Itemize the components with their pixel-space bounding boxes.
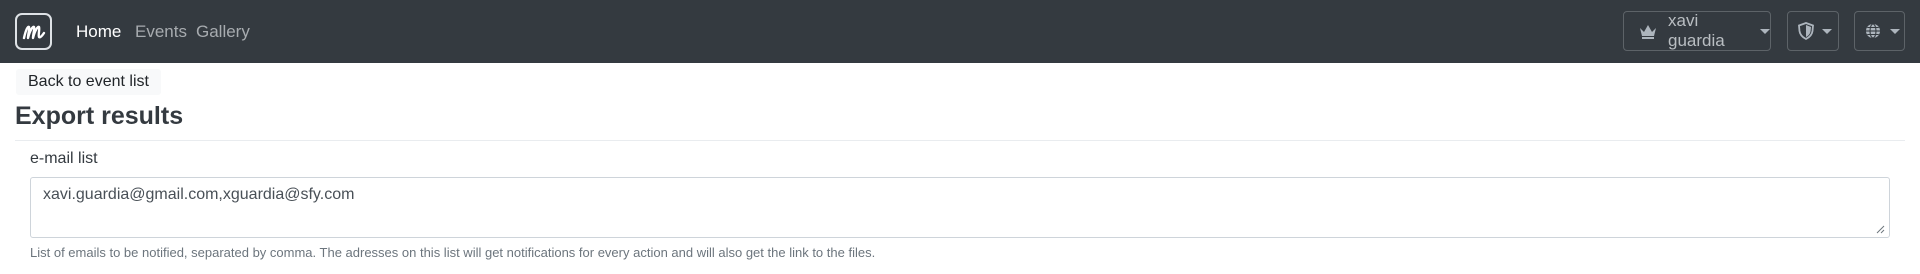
chevron-down-icon xyxy=(1890,28,1900,34)
user-menu-button[interactable]: xavi guardia xyxy=(1623,11,1771,51)
globe-icon xyxy=(1865,23,1881,39)
top-navbar: Home Events Gallery xavi guardia xyxy=(0,0,1920,63)
nav-link-events[interactable]: Events xyxy=(135,22,187,42)
brand-logo-icon[interactable] xyxy=(15,13,52,50)
shield-icon xyxy=(1798,22,1814,40)
email-list-value: xavi.guardia@gmail.com,xguardia@sfy.com xyxy=(43,186,355,203)
crown-icon xyxy=(1638,23,1658,39)
user-name: xavi guardia xyxy=(1668,11,1725,50)
nav-link-gallery[interactable]: Gallery xyxy=(196,22,250,42)
chevron-down-icon xyxy=(1760,28,1770,34)
admin-menu-button[interactable] xyxy=(1787,11,1839,51)
email-list-label: e-mail list xyxy=(30,150,98,167)
resize-handle-icon[interactable] xyxy=(1875,224,1885,234)
nav-link-home[interactable]: Home xyxy=(76,22,121,42)
language-menu-button[interactable] xyxy=(1854,11,1905,51)
back-to-event-list-button[interactable]: Back to event list xyxy=(16,69,161,95)
divider xyxy=(15,140,1905,141)
email-list-help-text: List of emails to be notified, separated… xyxy=(30,245,876,260)
chevron-down-icon xyxy=(1822,28,1832,34)
email-list-textarea[interactable]: xavi.guardia@gmail.com,xguardia@sfy.com xyxy=(30,177,1890,238)
page-title: Export results xyxy=(15,102,184,130)
